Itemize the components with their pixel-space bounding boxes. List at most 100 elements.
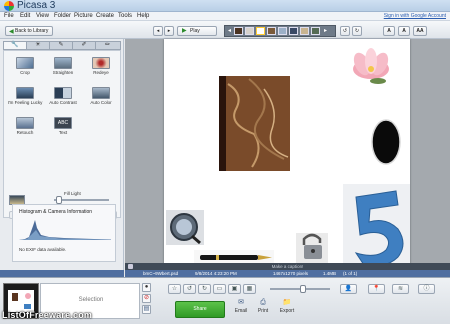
back-to-library-button[interactable]: ◀ Back to Library bbox=[5, 26, 53, 36]
menu-file[interactable]: File bbox=[4, 12, 14, 21]
filmstrip-thumb[interactable] bbox=[300, 27, 309, 35]
photo-canvas[interactable] bbox=[125, 39, 450, 270]
play-slideshow-button[interactable]: ▶ Play bbox=[177, 26, 217, 36]
redeye-tool[interactable]: Redeye bbox=[83, 57, 119, 79]
album-icon: ▤ bbox=[143, 306, 150, 312]
blogger-button[interactable]: ▣ bbox=[228, 284, 241, 294]
filmstrip-thumb[interactable] bbox=[234, 27, 243, 35]
filmstrip-thumb[interactable] bbox=[267, 27, 276, 35]
previous-photo-button[interactable]: ◂ bbox=[153, 26, 163, 36]
text-abc-icon: ABC bbox=[54, 117, 72, 129]
pin-icon: ● bbox=[144, 284, 149, 290]
fill-light-slider-thumb[interactable] bbox=[56, 196, 63, 204]
email-button[interactable]: ✉ Email bbox=[230, 299, 252, 319]
right-arrow-icon: ▸ bbox=[167, 28, 171, 34]
menu-create[interactable]: Create bbox=[96, 12, 114, 21]
text-tool[interactable]: ABC Text bbox=[45, 117, 81, 139]
filmstrip-prev-icon[interactable]: ◂ bbox=[226, 27, 233, 35]
collage-content bbox=[166, 48, 410, 270]
menu-edit[interactable]: Edit bbox=[20, 12, 30, 21]
fill-light-slider-track[interactable] bbox=[54, 199, 109, 201]
play-label: Play bbox=[190, 28, 200, 34]
menu-picture[interactable]: Picture bbox=[74, 12, 93, 21]
padlock-photo[interactable] bbox=[296, 233, 328, 265]
toolbar: ◀ Back to Library ◂ ▸ ▶ Play ◂ ▸ ↺ ↻ A A… bbox=[0, 21, 450, 39]
retouch-tool[interactable]: Retouch bbox=[7, 117, 43, 139]
menu-bar: File Edit View Folder Picture Create Too… bbox=[0, 12, 450, 21]
print-small-button[interactable]: ▦ bbox=[243, 284, 256, 294]
tab-effects[interactable]: ✎ bbox=[50, 42, 73, 49]
export-button[interactable]: 📁 Export bbox=[276, 299, 298, 319]
photo-info-bar: bmC~9Wbert.psd 9/8/2014 4:23:20 PM 1467x… bbox=[125, 270, 450, 277]
add-to-album-button[interactable]: ▤ bbox=[142, 305, 151, 314]
number-five-photo[interactable] bbox=[343, 184, 410, 270]
tab-more-effects[interactable]: ✐ bbox=[73, 42, 96, 49]
caption-bar[interactable]: Make a caption! bbox=[125, 263, 450, 270]
zoom-slider-thumb[interactable] bbox=[300, 285, 306, 293]
places-button[interactable]: 📍 bbox=[368, 284, 385, 294]
selection-label: Selection bbox=[78, 297, 104, 303]
rotate-right-icon: ↻ bbox=[201, 286, 208, 292]
info-size: 1.4MB bbox=[323, 271, 337, 276]
info-dimensions: 1467x1270 pixels bbox=[273, 271, 309, 276]
fill-light-label: Fill Light bbox=[64, 191, 81, 196]
font-medium-button[interactable]: A bbox=[398, 26, 410, 36]
black-oval-frame-photo[interactable] bbox=[371, 119, 401, 165]
rotate-right-icon: ↻ bbox=[354, 28, 360, 34]
auto-color-tool[interactable]: Auto Color bbox=[83, 87, 119, 109]
hold-button[interactable]: ● bbox=[142, 283, 151, 292]
font-small-button[interactable]: A bbox=[383, 26, 395, 36]
caption-toggle-icon[interactable] bbox=[128, 264, 133, 269]
clear-button[interactable]: ⊘ bbox=[142, 294, 151, 303]
crop-tool[interactable]: Crop bbox=[7, 57, 43, 79]
rotate-right-button[interactable]: ↻ bbox=[352, 26, 362, 36]
title-bar: Picasa 3 bbox=[0, 0, 450, 12]
rotate-ccw-button[interactable]: ↺ bbox=[183, 284, 196, 294]
filmstrip-thumb[interactable] bbox=[311, 27, 320, 35]
auto-contrast-tool[interactable]: Auto Contrast bbox=[45, 87, 81, 109]
menu-view[interactable]: View bbox=[36, 12, 49, 21]
filmstrip-thumb[interactable] bbox=[278, 27, 287, 35]
tags-button[interactable]: ≋ bbox=[392, 284, 409, 294]
menu-tools[interactable]: Tools bbox=[118, 12, 132, 21]
rotate-cw-button[interactable]: ↻ bbox=[198, 284, 211, 294]
crop-icon bbox=[16, 57, 34, 69]
book-cover-photo[interactable] bbox=[219, 76, 290, 171]
filmstrip[interactable]: ◂ ▸ bbox=[224, 25, 336, 37]
filmstrip-thumb-selected[interactable] bbox=[256, 27, 265, 35]
info-icon: ⓘ bbox=[423, 286, 430, 292]
filmstrip-next-icon[interactable]: ▸ bbox=[322, 27, 329, 35]
filmstrip-thumb[interactable] bbox=[245, 27, 254, 35]
left-arrow-icon: ◂ bbox=[156, 28, 160, 34]
back-to-library-label: Back to Library bbox=[15, 28, 49, 34]
info-date: 9/8/2014 4:23:20 PM bbox=[195, 271, 237, 276]
star-icon: ☆ bbox=[171, 286, 178, 292]
exif-status-text: No EXIF data available. bbox=[19, 247, 67, 252]
menu-help[interactable]: Help bbox=[137, 12, 149, 21]
info-button[interactable]: ⓘ bbox=[418, 284, 435, 294]
lotus-flower-photo[interactable] bbox=[351, 48, 392, 84]
next-photo-button[interactable]: ▸ bbox=[164, 26, 174, 36]
share-button[interactable]: Share bbox=[175, 301, 225, 318]
straighten-tool[interactable]: Straighten bbox=[45, 57, 81, 79]
frame-button[interactable]: ▭ bbox=[213, 284, 226, 294]
rotate-left-button[interactable]: ↺ bbox=[340, 26, 350, 36]
font-large-button[interactable]: AA bbox=[413, 26, 427, 36]
star-button[interactable]: ☆ bbox=[168, 284, 181, 294]
straighten-icon bbox=[54, 57, 72, 69]
people-button[interactable]: 👤 bbox=[340, 284, 357, 294]
collage-page[interactable] bbox=[164, 39, 410, 270]
menu-folder[interactable]: Folder bbox=[54, 12, 71, 21]
blogger-icon: ▣ bbox=[231, 286, 238, 292]
print-icon: ▦ bbox=[246, 286, 253, 292]
filmstrip-thumb[interactable] bbox=[289, 27, 298, 35]
feeling-lucky-tool[interactable]: I'm Feeling Lucky bbox=[7, 87, 43, 109]
tab-basic-fixes[interactable]: 🔧 bbox=[4, 42, 27, 49]
sign-in-link[interactable]: Sign in with Google Account bbox=[384, 12, 446, 21]
caption-placeholder[interactable]: Make a caption! bbox=[272, 264, 304, 269]
print-button[interactable]: ⎙ Print bbox=[252, 299, 274, 319]
tab-tuning[interactable]: ☀ bbox=[27, 42, 50, 49]
email-label: Email bbox=[234, 308, 248, 314]
magnifier-photo[interactable] bbox=[166, 210, 204, 245]
tab-even-more-effects[interactable]: ✏ bbox=[96, 42, 119, 49]
